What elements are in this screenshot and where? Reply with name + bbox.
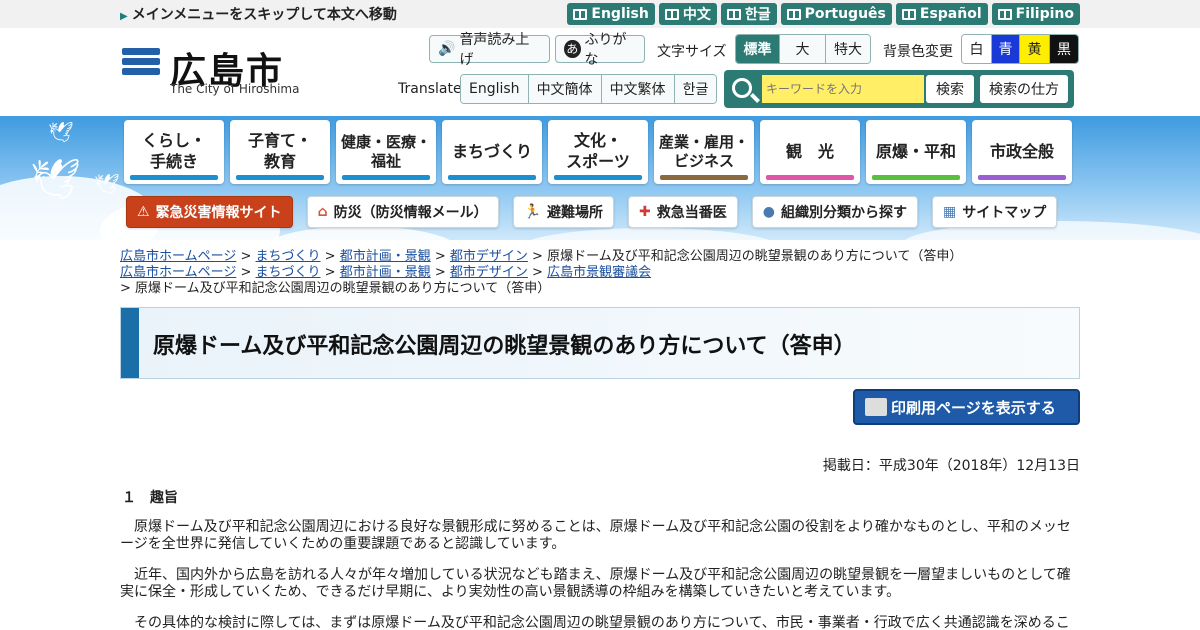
hiragana-a-icon: あ: [564, 40, 581, 58]
book-icon: [726, 8, 741, 20]
breadcrumb-link[interactable]: 都市計画・景観: [340, 265, 431, 280]
breadcrumb-link[interactable]: まちづくり: [256, 265, 321, 280]
page-title-box: 原爆ドーム及び平和記念公園周辺の眺望景観のあり方について（答申）: [120, 307, 1080, 379]
speaker-icon: 🔊: [438, 41, 456, 57]
font-size-large[interactable]: 大: [780, 35, 826, 63]
nav-culture[interactable]: 文化・ スポーツ: [548, 120, 648, 184]
breadcrumb-link[interactable]: まちづくり: [256, 249, 321, 264]
breadcrumb-link[interactable]: 広島市ホームページ: [120, 249, 236, 264]
bg-black[interactable]: 黒: [1050, 35, 1078, 63]
breadcrumb-link[interactable]: 広島市景観審議会: [547, 265, 651, 280]
sitemap-link[interactable]: ▦ サイトマップ: [931, 196, 1058, 228]
bg-white[interactable]: 白: [962, 35, 992, 63]
emergency-disaster-link[interactable]: ⚠ 緊急災害情報サイト: [126, 196, 293, 228]
bg-blue[interactable]: 青: [992, 35, 1020, 63]
global-nav: くらし・ 手続き 子育て・ 教育 健康・医療・ 福祉 まちづくり 文化・ スポー…: [124, 120, 1072, 184]
body-paragraph: その具体的な検討に際しては、まずは原爆ドーム及び平和記念公園周辺の眺望景観のあり…: [120, 615, 1070, 630]
font-size-xlarge[interactable]: 特大: [826, 35, 870, 63]
lang-chinese[interactable]: 中文: [658, 3, 717, 25]
lang-korean[interactable]: 한글: [720, 3, 777, 25]
book-icon: [901, 8, 916, 20]
site-search: 検索 検索の仕方: [724, 70, 1074, 108]
search-button[interactable]: 検索: [926, 75, 974, 103]
translate-label: Translate: [398, 81, 462, 97]
dove-icon: 🕊: [48, 120, 74, 144]
bg-yellow[interactable]: 黄: [1020, 35, 1050, 63]
lang-portuguese[interactable]: Português: [780, 3, 892, 25]
printer-icon: [865, 398, 887, 416]
nav-city-government[interactable]: 市政全般: [972, 120, 1072, 184]
language-links: English 中文 한글 Português Español Filipino: [567, 3, 1080, 25]
lang-english[interactable]: English: [567, 3, 655, 25]
nav-living[interactable]: くらし・ 手続き: [124, 120, 224, 184]
quick-links: ⚠ 緊急災害情報サイト ⌂ 防災（防災情報メール） 🏃 避難場所 ✚ 救急当番医 ● 組織…: [126, 196, 1058, 228]
nav-peace[interactable]: 原爆・平和: [866, 120, 966, 184]
running-person-icon: 🏃: [523, 204, 542, 220]
lang-spanish[interactable]: Español: [895, 3, 988, 25]
translate-selector: English 中文簡体 中文繁体 한글: [460, 74, 718, 104]
breadcrumb-current: 原爆ドーム及び平和記念公園周辺の眺望景観のあり方について（答申）: [135, 281, 551, 296]
book-icon: [786, 8, 801, 20]
skip-link[interactable]: ▶ メインメニューをスキップして本文へ移動: [120, 4, 397, 24]
nav-town-planning[interactable]: まちづくり: [442, 120, 542, 184]
medical-cross-icon: ✚: [639, 204, 651, 220]
bg-color-selector: 白 青 黄 黒: [961, 34, 1079, 64]
top-bar: ▶ メインメニューをスキップして本文へ移動 English 中文 한글 Portu…: [0, 0, 1200, 28]
published-date: 掲載日：平成30年（2018年）12月13日: [822, 458, 1080, 474]
disaster-mail-link[interactable]: ⌂ 防災（防災情報メール）: [306, 196, 499, 228]
book-icon: [664, 8, 679, 20]
font-size-label: 文字サイズ: [657, 44, 727, 60]
page-title: 原爆ドーム及び平和記念公園周辺の眺望景観のあり方について（答申）: [153, 334, 856, 359]
sitemap-icon: ▦: [942, 204, 957, 220]
city-emblem-icon: [122, 48, 160, 84]
site-logo[interactable]: 広島市 The City of Hiroshima: [120, 44, 310, 100]
search-input[interactable]: [762, 75, 924, 103]
dove-icon: 🕊: [30, 157, 81, 203]
breadcrumb-row: 広島市ホームページ > まちづくり > 都市計画・景観 > 都市デザイン > 広…: [120, 265, 652, 280]
translate-english[interactable]: English: [461, 75, 529, 103]
warning-icon: ⚠: [137, 204, 150, 220]
bg-color-label: 背景色変更: [883, 44, 953, 60]
print-page-button[interactable]: 印刷用ページを表示する: [853, 389, 1080, 425]
evacuation-sites-link[interactable]: 🏃 避難場所: [512, 196, 615, 228]
breadcrumb-row: 広島市ホームページ > まちづくり > 都市計画・景観 > 都市デザイン > 原…: [120, 249, 963, 264]
breadcrumb-link[interactable]: 都市デザイン: [450, 265, 528, 280]
dove-icon: 🕊: [94, 172, 120, 196]
nav-tourism[interactable]: 観 光: [760, 120, 860, 184]
book-icon: [997, 8, 1012, 20]
font-size-standard[interactable]: 標準: [736, 35, 780, 63]
house-icon: ⌂: [317, 204, 328, 220]
lang-filipino[interactable]: Filipino: [991, 3, 1080, 25]
nav-industry[interactable]: 産業・雇用・ ビジネス: [654, 120, 754, 184]
org-search-link[interactable]: ● 組織別分類から探す: [751, 196, 918, 228]
book-icon: [573, 8, 588, 20]
translate-chinese-traditional[interactable]: 中文繁体: [601, 75, 675, 103]
read-aloud-button[interactable]: 🔊 音声読み上げ: [429, 32, 550, 68]
body-paragraph: 近年、国内外から広島を訪れる人々が年々増加している状況なども踏まえ、原爆ドーム及…: [120, 567, 1071, 600]
breadcrumb-current: 原爆ドーム及び平和記念公園周辺の眺望景観のあり方について（答申）: [547, 249, 963, 264]
search-icon: [732, 78, 752, 98]
breadcrumb-row: > 原爆ドーム及び平和記念公園周辺の眺望景観のあり方について（答申）: [120, 281, 551, 296]
on-duty-doctor-link[interactable]: ✚ 救急当番医: [628, 196, 738, 228]
breadcrumb: 広島市ホームページ > まちづくり > 都市計画・景観 > 都市デザイン > 原…: [120, 249, 1080, 297]
nav-health[interactable]: 健康・医療・ 福祉: [336, 120, 436, 184]
nav-childcare[interactable]: 子育て・ 教育: [230, 120, 330, 184]
breadcrumb-link[interactable]: 都市デザイン: [450, 249, 528, 264]
people-icon: ●: [762, 204, 775, 220]
breadcrumb-link[interactable]: 都市計画・景観: [340, 249, 431, 264]
translate-chinese-simplified[interactable]: 中文簡体: [528, 75, 602, 103]
furigana-button[interactable]: あふりがな: [555, 32, 645, 68]
triangle-right-icon: ▶: [120, 11, 128, 22]
font-size-selector: 標準 大 特大: [735, 34, 871, 64]
translate-korean[interactable]: 한글: [674, 75, 717, 103]
search-howto-button[interactable]: 検索の仕方: [980, 75, 1068, 103]
section-heading: １ 趣旨: [122, 490, 178, 506]
breadcrumb-link[interactable]: 広島市ホームページ: [120, 265, 236, 280]
body-paragraph: 原爆ドーム及び平和記念公園周辺における良好な景観形成に努めることは、原爆ドーム及…: [120, 519, 1071, 552]
